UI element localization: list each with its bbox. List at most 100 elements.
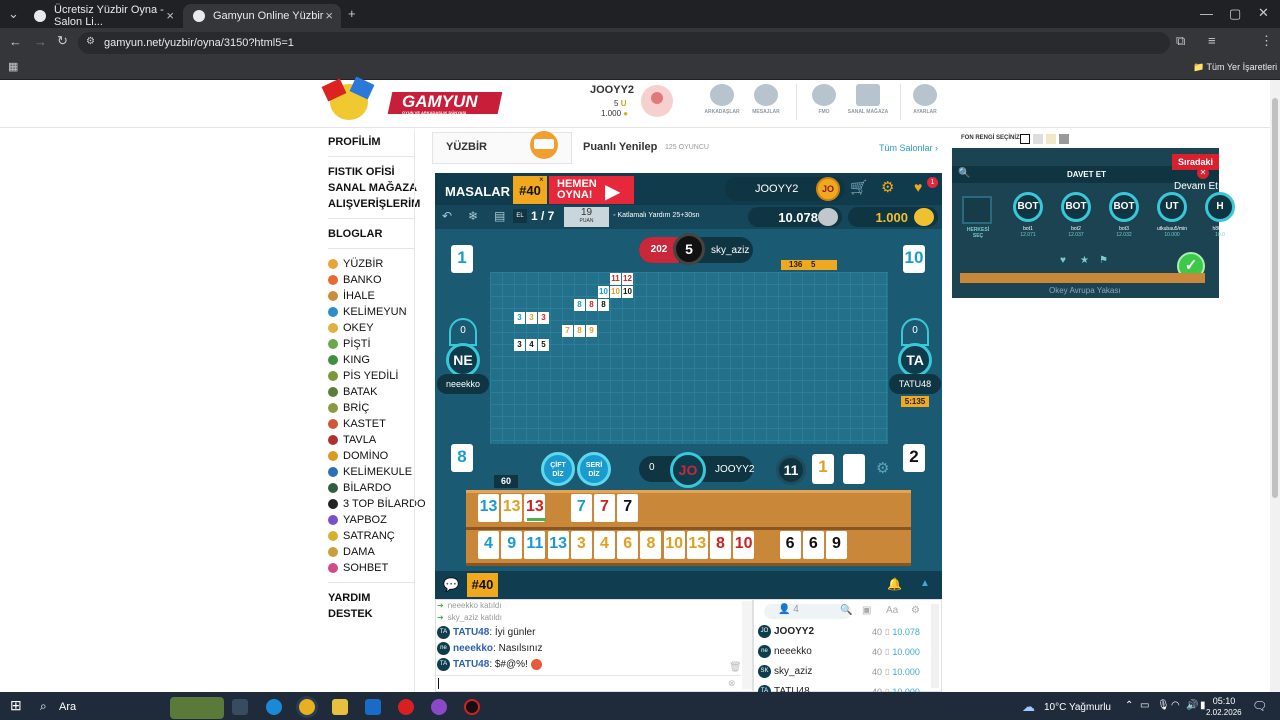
- sidebar-game-item[interactable]: SOHBET: [328, 562, 388, 574]
- invite-search-icon[interactable]: 🔍: [958, 168, 970, 179]
- rack-tile[interactable]: 13: [501, 494, 523, 522]
- board-tile[interactable]: 11: [610, 273, 621, 285]
- close-window-icon[interactable]: ✕: [1258, 5, 1269, 21]
- board-tile[interactable]: 3: [514, 312, 525, 324]
- shop-cart-icon[interactable]: 🛒: [850, 179, 867, 196]
- notifications-icon[interactable]: 🗨: [1252, 699, 1267, 713]
- sidebar-support[interactable]: DESTEK: [328, 608, 373, 620]
- sidebar-game-item[interactable]: PİŞTİ: [328, 338, 371, 350]
- microphone-icon[interactable]: 🎙: [1157, 700, 1170, 711]
- board-tile[interactable]: 3: [538, 312, 549, 324]
- sidebar-game-item[interactable]: DAMA: [328, 546, 375, 558]
- invite-candidate[interactable]: BOT bot2 12.037: [1058, 192, 1094, 238]
- sidebar-game-item[interactable]: KELİMEKULE: [328, 466, 412, 478]
- favorites-heart-icon[interactable]: ♥: [914, 179, 922, 195]
- invite-candidate[interactable]: UT utkubau5/min 10.000: [1154, 192, 1190, 238]
- rack-tile[interactable]: 10: [733, 531, 755, 559]
- player-list-scrollbar[interactable]: [931, 604, 939, 688]
- pairs-button[interactable]: ÇİFT DİZ: [541, 452, 575, 486]
- scrollbar-thumb[interactable]: [1272, 98, 1278, 498]
- volume-icon[interactable]: 🔊: [1186, 700, 1198, 711]
- taskbar-search-icon[interactable]: ⌕: [40, 699, 47, 714]
- bg-swatch-light[interactable]: [1033, 134, 1043, 144]
- apps-icon[interactable]: ▦: [8, 60, 18, 73]
- tab-yuzbir-salon[interactable]: Ücretsiz Yüzbir Oyna - Salon Li... ×: [24, 4, 182, 28]
- sidebar-game-item[interactable]: KING: [328, 354, 370, 366]
- chrome-icon[interactable]: [299, 699, 315, 715]
- rack-tile[interactable]: 13: [547, 531, 569, 559]
- back-icon[interactable]: ←: [9, 34, 22, 49]
- chat-table-tab[interactable]: #40: [467, 573, 498, 597]
- nav-fmo[interactable]: FMO: [800, 84, 848, 115]
- sidebar-game-item[interactable]: BANKO: [328, 274, 382, 286]
- battery-icon[interactable]: ▮: [1200, 700, 1206, 711]
- font-size-icon[interactable]: Aa: [886, 605, 898, 616]
- right-player-avatar[interactable]: TA: [898, 343, 932, 377]
- weather-text[interactable]: 10°C Yağmurlu: [1044, 702, 1111, 713]
- edge-icon[interactable]: [266, 699, 282, 715]
- invite-candidate[interactable]: BOT bot3 12.032: [1106, 192, 1142, 238]
- bg-swatch-cream[interactable]: [1046, 134, 1056, 144]
- board-tile[interactable]: 10: [610, 286, 621, 298]
- tables-button[interactable]: MASALAR: [445, 184, 510, 199]
- scorecard-icon[interactable]: ▤: [494, 209, 505, 223]
- all-bookmarks[interactable]: 📁 Tüm Yer İşaretleri: [1193, 62, 1277, 73]
- draw-pile-tile[interactable]: [843, 454, 865, 484]
- board-tile[interactable]: 10: [622, 286, 633, 298]
- board-tile[interactable]: 12: [622, 273, 633, 285]
- tray-app-icon[interactable]: ▭: [1140, 700, 1149, 711]
- sidebar-game-item[interactable]: BRİÇ: [328, 402, 369, 414]
- nav-messages[interactable]: MESAJLAR: [742, 84, 790, 115]
- rack-tile[interactable]: 8: [710, 531, 731, 559]
- continue-button[interactable]: Devam Et: [1174, 181, 1218, 192]
- chat-input[interactable]: [436, 675, 741, 691]
- sidebar-link-purchases[interactable]: ALIŞVERİŞLERİM: [328, 198, 420, 210]
- tab-search-icon[interactable]: ⌄: [8, 6, 19, 22]
- player-row[interactable]: JO JOOYY2 40 ▯ 10.078: [758, 625, 928, 638]
- taskbar-search[interactable]: Ara: [59, 701, 76, 713]
- rack-tile[interactable]: 6: [802, 531, 824, 559]
- sidebar-game-item[interactable]: BATAK: [328, 386, 377, 398]
- sidebar-game-item[interactable]: 3 TOP BİLARDO: [328, 498, 426, 510]
- rack-tile[interactable]: 13: [686, 531, 708, 559]
- rack-tile[interactable]: 4: [478, 531, 499, 559]
- player-row[interactable]: SK sky_aziz 40 ▯ 10.000: [758, 665, 928, 678]
- sidebar-profile[interactable]: PROFİLİM: [328, 136, 381, 148]
- chat-scrollbar[interactable]: [742, 601, 752, 689]
- discord-icon[interactable]: [431, 699, 447, 715]
- bottom-player-avatar[interactable]: JO: [670, 452, 706, 488]
- search-icon[interactable]: 🔍: [840, 605, 852, 616]
- forward-icon[interactable]: →: [34, 34, 47, 49]
- sidebar-help[interactable]: YARDIM: [328, 592, 370, 604]
- rack-tile[interactable]: 9: [501, 531, 523, 559]
- profile-card-icon[interactable]: ▣: [862, 605, 871, 616]
- board-tile[interactable]: 8: [574, 299, 585, 311]
- reload-icon[interactable]: ↻: [57, 33, 68, 49]
- bg-swatch-grey[interactable]: [1059, 134, 1069, 144]
- close-tab-icon[interactable]: ×: [325, 8, 333, 23]
- media-icon[interactable]: ≡: [1208, 33, 1216, 48]
- board-tile[interactable]: 9: [586, 325, 597, 337]
- sidebar-game-item[interactable]: TAVLA: [328, 434, 376, 446]
- invite-candidate[interactable]: BOT bot1 12.071: [1010, 192, 1046, 238]
- sidebar-game-item[interactable]: YAPBOZ: [328, 514, 387, 526]
- page-scrollbar[interactable]: [1270, 80, 1280, 692]
- right-discard-tile[interactable]: 2: [903, 444, 925, 472]
- snowflake-icon[interactable]: ❄: [468, 209, 478, 223]
- rack-tile[interactable]: 4: [594, 531, 615, 559]
- record-app-icon[interactable]: [464, 699, 480, 715]
- board-tile[interactable]: 8: [586, 299, 597, 311]
- rack-tile[interactable]: 8: [640, 531, 662, 559]
- sidebar-game-item[interactable]: KASTET: [328, 418, 386, 430]
- invite-candidate[interactable]: Hh80ths 10.0: [1202, 192, 1238, 238]
- board-tile[interactable]: 3: [514, 339, 525, 351]
- sidebar-game-item[interactable]: PİS YEDİLİ: [328, 370, 398, 382]
- minimize-icon[interactable]: —: [1200, 6, 1213, 21]
- player-card-icon[interactable]: ▯: [885, 627, 889, 636]
- opera-icon[interactable]: [398, 699, 414, 715]
- close-invite-icon[interactable]: ✕: [1197, 167, 1209, 179]
- game-settings-icon[interactable]: ⚙: [881, 178, 894, 196]
- bg-swatch-white[interactable]: [1020, 134, 1030, 144]
- windows-start-icon[interactable]: ⊞: [10, 697, 22, 714]
- sidebar-game-item[interactable]: YÜZBİR: [328, 258, 383, 270]
